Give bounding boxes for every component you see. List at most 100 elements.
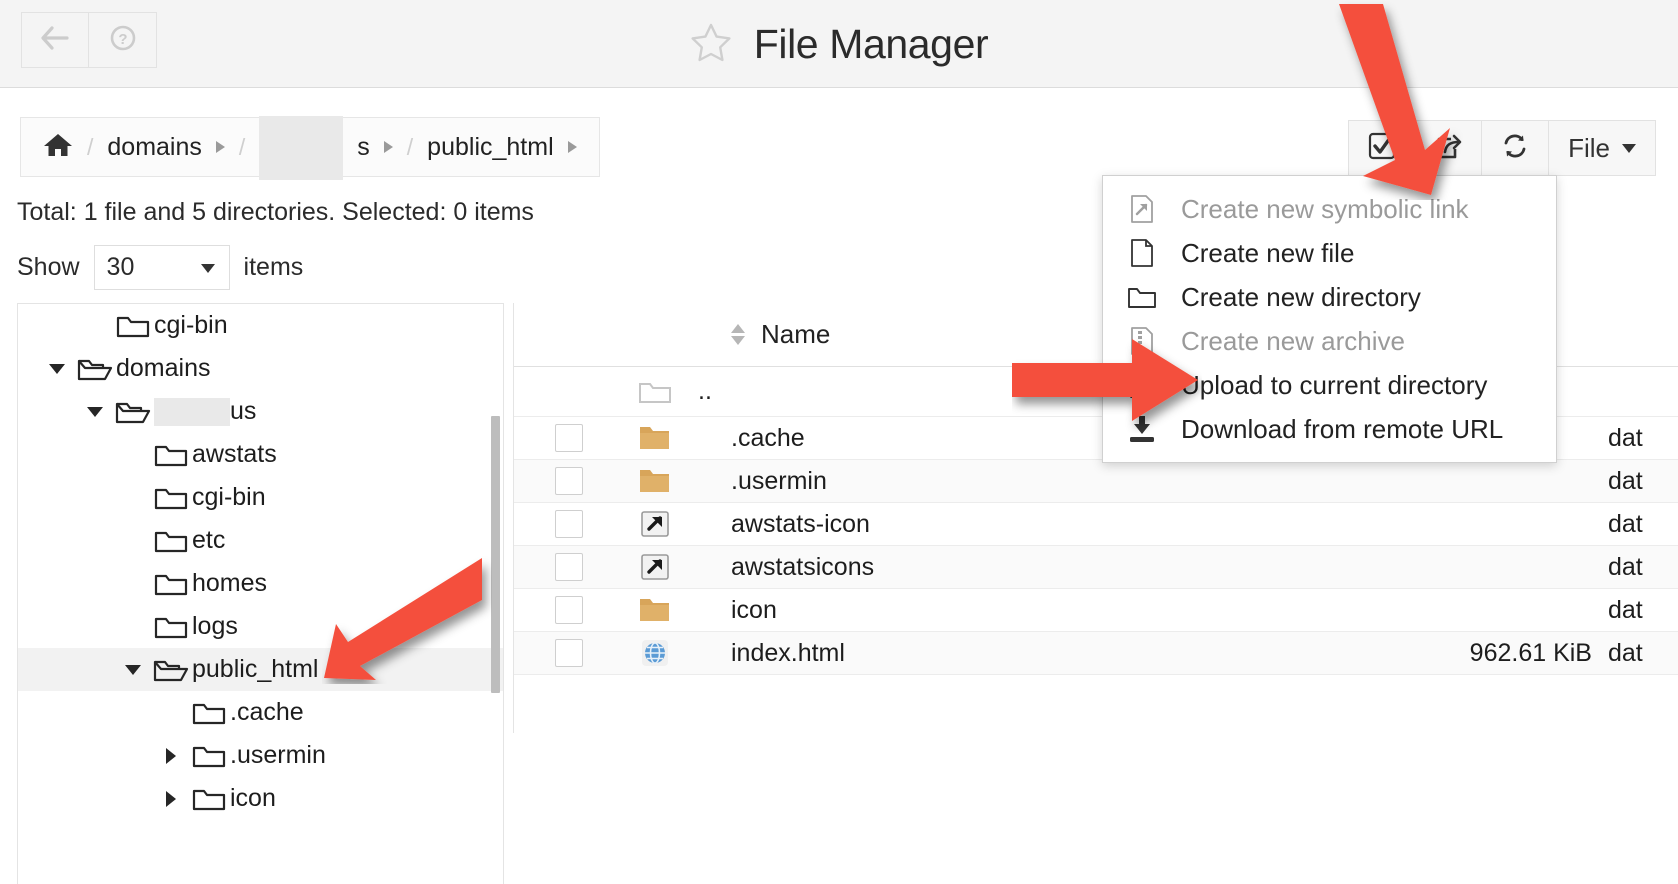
tree-item-cgi-bin[interactable]: cgi-bin bbox=[18, 304, 503, 347]
tree-item-label: public_html bbox=[192, 655, 319, 683]
table-row[interactable]: awstatsicons dat bbox=[514, 546, 1678, 589]
sort-updown-icon[interactable] bbox=[731, 324, 745, 345]
menu-item-download-from-remote-url[interactable]: Download from remote URL bbox=[1103, 407, 1556, 451]
row-name[interactable]: index.html bbox=[686, 639, 845, 667]
row-date: dat bbox=[1608, 423, 1643, 452]
row-checkbox[interactable] bbox=[555, 553, 583, 581]
row-name[interactable]: awstats-icon bbox=[686, 510, 870, 538]
tree-toggle-collapsed-icon[interactable] bbox=[154, 747, 188, 764]
page-size-select[interactable]: 30 bbox=[93, 245, 230, 290]
folder-closed-icon bbox=[150, 570, 192, 598]
chevron-down-icon bbox=[1622, 143, 1636, 153]
row-checkbox[interactable] bbox=[555, 596, 583, 624]
app-header: ? File Manager bbox=[0, 0, 1678, 88]
tree-item-awstats[interactable]: awstats bbox=[18, 433, 503, 476]
menu-item-create-new-directory[interactable]: Create new directory bbox=[1103, 275, 1556, 319]
symlink-file-icon bbox=[1125, 194, 1159, 224]
tree-item-us[interactable]: us bbox=[18, 390, 503, 433]
tree-toggle-collapsed-icon[interactable] bbox=[154, 790, 188, 807]
tree-item-dot-cache[interactable]: .cache bbox=[18, 691, 503, 734]
refresh-button[interactable] bbox=[1482, 120, 1550, 176]
share-button[interactable] bbox=[1415, 120, 1483, 176]
star-icon[interactable] bbox=[690, 22, 732, 67]
row-date: dat bbox=[1608, 509, 1643, 538]
tree-item-label: .usermin bbox=[230, 741, 326, 769]
breadcrumb-wrap: / domains / s / public_html bbox=[20, 116, 600, 180]
menu-item-create-new-symbolic-link: Create new symbolic link bbox=[1103, 187, 1556, 231]
table-row[interactable]: icon dat bbox=[514, 589, 1678, 632]
file-toolbar: File bbox=[1348, 120, 1656, 176]
breadcrumb-chevron-icon[interactable] bbox=[383, 141, 393, 153]
row-name-cell: index.html bbox=[686, 639, 1418, 668]
row-name[interactable]: icon bbox=[686, 596, 777, 624]
row-checkbox[interactable] bbox=[555, 510, 583, 538]
tree-item-public_html[interactable]: public_html bbox=[18, 648, 503, 691]
row-name-cell: icon bbox=[686, 596, 1418, 625]
file-dropdown-button[interactable]: File bbox=[1549, 120, 1656, 176]
folder-icon bbox=[1125, 283, 1159, 311]
table-row[interactable]: awstats-icon dat bbox=[514, 503, 1678, 546]
row-checkbox-cell bbox=[514, 596, 624, 624]
row-checkbox-cell bbox=[514, 467, 624, 495]
chevron-down-icon bbox=[200, 264, 215, 273]
column-header-name: Name bbox=[761, 319, 831, 349]
directory-tree: cgi-bin domains us awstats cgi-bin etc homes lo… bbox=[18, 304, 503, 820]
tree-toggle-expanded-icon[interactable] bbox=[116, 664, 150, 675]
tree-item-label: cgi-bin bbox=[154, 311, 228, 339]
folder-closed-icon bbox=[112, 312, 154, 340]
show-label: Show bbox=[17, 253, 80, 281]
folder-closed-icon bbox=[150, 527, 192, 555]
breadcrumb-item-public-html[interactable]: public_html bbox=[427, 133, 553, 162]
row-date-cell: dat bbox=[1608, 553, 1678, 582]
table-row[interactable]: .usermin dat bbox=[514, 460, 1678, 503]
tree-item-label: domains bbox=[116, 354, 211, 382]
menu-item-label: Download from remote URL bbox=[1181, 413, 1504, 444]
tree-item-etc[interactable]: etc bbox=[18, 519, 503, 562]
tree-item-cgi-bin[interactable]: cgi-bin bbox=[18, 476, 503, 519]
symlink-icon bbox=[624, 552, 686, 582]
folder-open-icon bbox=[74, 355, 116, 383]
tree-item-icon[interactable]: icon bbox=[18, 777, 503, 820]
row-name[interactable]: awstatsicons bbox=[686, 553, 874, 581]
tree-item-logs[interactable]: logs bbox=[18, 605, 503, 648]
folder-filled-icon bbox=[624, 595, 686, 625]
tree-item-label: homes bbox=[192, 569, 268, 597]
breadcrumb-chevron-icon[interactable] bbox=[215, 141, 225, 153]
select-all-button[interactable] bbox=[1348, 120, 1416, 176]
tree-item-domains[interactable]: domains bbox=[18, 347, 503, 390]
row-checkbox[interactable] bbox=[555, 639, 583, 667]
breadcrumb-separator: / bbox=[406, 133, 414, 160]
upload-icon bbox=[1125, 370, 1159, 400]
folder-filled-icon bbox=[624, 423, 686, 453]
breadcrumb-chevron-icon[interactable] bbox=[567, 141, 577, 153]
table-row[interactable]: index.html 962.61 KiB dat bbox=[514, 632, 1678, 675]
menu-item-create-new-file[interactable]: Create new file bbox=[1103, 231, 1556, 275]
tree-item-dot-usermin[interactable]: .usermin bbox=[18, 734, 503, 777]
breadcrumb-separator: / bbox=[238, 133, 246, 160]
folder-open-icon bbox=[112, 398, 154, 426]
breadcrumb-separator: / bbox=[87, 133, 94, 160]
page-size-row: Show 30 items bbox=[17, 245, 303, 290]
page-title: File Manager bbox=[753, 20, 989, 67]
file-menu-list: Create new symbolic link Create new file C… bbox=[1103, 187, 1556, 451]
tree-item-homes[interactable]: homes bbox=[18, 562, 503, 605]
row-checkbox[interactable] bbox=[555, 467, 583, 495]
items-label: items bbox=[243, 253, 304, 281]
breadcrumb-item-domains[interactable]: domains bbox=[107, 133, 202, 162]
page-title-block: File Manager bbox=[0, 0, 1678, 88]
row-name[interactable]: .usermin bbox=[686, 467, 827, 495]
row-date: dat bbox=[1608, 595, 1643, 624]
breadcrumb-item-domain[interactable]: s bbox=[357, 133, 370, 162]
row-date: dat bbox=[1608, 466, 1643, 495]
tree-toggle-expanded-icon[interactable] bbox=[40, 363, 74, 374]
home-icon[interactable] bbox=[43, 132, 73, 163]
tree-vertical-scrollbar[interactable] bbox=[491, 416, 500, 693]
tree-toggle-expanded-icon[interactable] bbox=[78, 406, 112, 417]
row-date-cell: dat bbox=[1608, 424, 1678, 453]
tree-item-label: awstats bbox=[192, 440, 277, 468]
row-name[interactable]: .cache bbox=[686, 424, 805, 452]
row-checkbox-cell bbox=[514, 553, 624, 581]
row-checkbox-cell bbox=[514, 639, 624, 667]
menu-item-upload-to-current-directory[interactable]: Upload to current directory bbox=[1103, 363, 1556, 407]
row-checkbox[interactable] bbox=[555, 424, 583, 452]
